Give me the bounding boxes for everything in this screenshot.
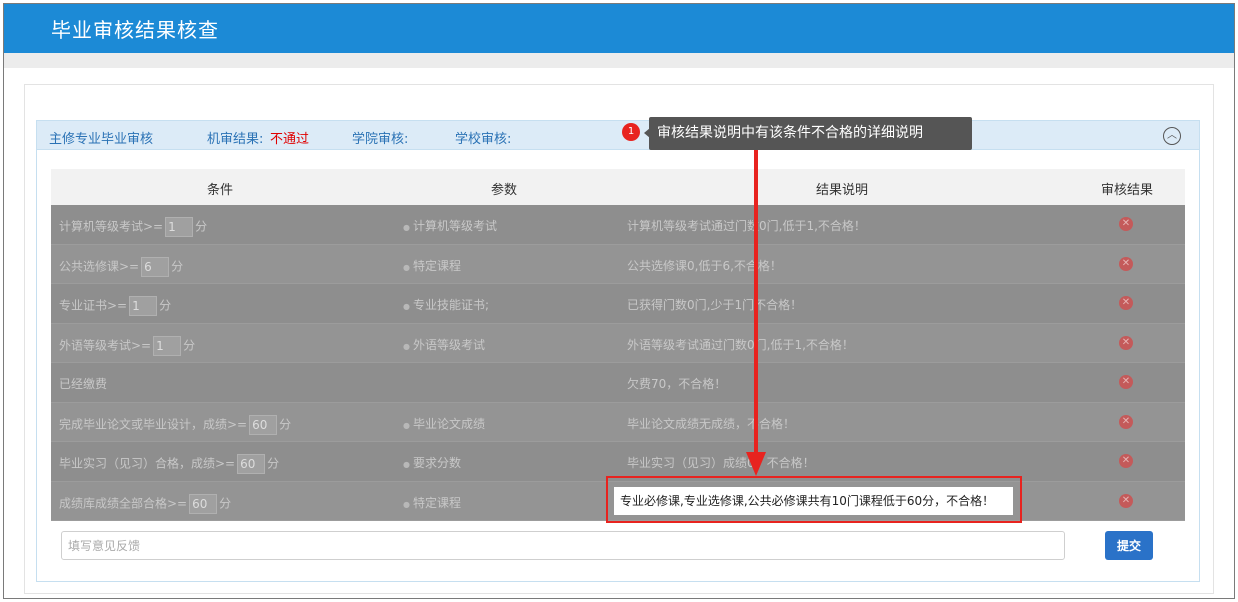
collapse-chevron-up-icon[interactable]: ︿: [1163, 127, 1181, 145]
param-text: 外语等级考试: [412, 337, 485, 352]
table-row: 完成毕业论文或毕业设计，成绩>= 60 分 ● 毕业论文成绩 毕业论文成绩无成绩，不合格！…: [51, 402, 1185, 442]
param-cell: ● 计算机等级考试: [403, 217, 497, 234]
table-row: 公共选修课>= 6 分 ● 特定课程 公共选修课0,低于6,不合格！ ✕: [51, 244, 1185, 284]
school-review-label: 学校审核:: [455, 132, 512, 147]
condition-text: 专业证书>=: [59, 298, 128, 313]
condition-cell: 计算机等级考试>= 1 分: [59, 217, 207, 237]
threshold-input[interactable]: 60: [249, 414, 278, 435]
condition-text: 公共选修课>=: [59, 259, 140, 273]
param-cell: ● 专业技能证书;: [403, 296, 489, 313]
sub-bar: [4, 53, 1234, 68]
param-text: 计算机等级考试: [412, 219, 497, 233]
table-row: 计算机等级考试>= 1 分 ● 计算机等级考试 计算机等级考试通过门数0门,低于1,不合格…: [51, 205, 1185, 245]
fail-x-icon: ✕: [1119, 296, 1133, 310]
result-desc-cell: 外语等级考试通过门数0门,低于1,不合格！: [627, 337, 854, 352]
unit-text: 分: [195, 219, 208, 234]
result-desc-cell: 计算机等级考试通过门数0门,低于1,不合格！: [627, 219, 866, 233]
radio-dot-icon: ●: [403, 302, 410, 311]
table-body: 计算机等级考试>= 1 分 ● 计算机等级考试 计算机等级考试通过门数0门,低于1,不合格…: [51, 205, 1185, 521]
param-cell: ● 外语等级考试: [403, 336, 485, 353]
table-row: 专业证书>= 1 分 ● 专业技能证书; 已获得门数0门,少于1门不合格！ ✕: [51, 284, 1185, 324]
threshold-input[interactable]: 1: [153, 335, 182, 356]
annotation-arrow-head: [746, 452, 766, 476]
fail-x-icon: ✕: [1119, 256, 1133, 271]
condition-cell: 毕业实习（见习）合格，成绩>= 60 分: [59, 454, 279, 474]
unit-text: 分: [267, 456, 280, 471]
unit-text: 分: [219, 496, 232, 510]
threshold-input[interactable]: 6: [141, 256, 170, 277]
condition-text: 毕业实习（见习）合格，成绩>=: [59, 456, 236, 471]
submit-button[interactable]: 提交: [1105, 531, 1153, 560]
threshold-input[interactable]: 1: [165, 217, 194, 237]
col-header-audit-result: 审核结果: [1101, 183, 1154, 198]
col-header-condition: 条件: [207, 183, 234, 198]
panel-header: 主修专业毕业审核 机审结果: 不通过 学院审核: 学校审核: ︿: [37, 121, 1199, 150]
table-header: 条件 参数 结果说明 审核结果: [51, 169, 1185, 205]
radio-dot-icon: ●: [403, 460, 410, 469]
threshold-input[interactable]: 60: [237, 454, 266, 474]
condition-cell: 外语等级考试>= 1 分: [59, 335, 196, 356]
condition-text: 完成毕业论文或毕业设计，成绩>=: [59, 417, 248, 431]
threshold-input[interactable]: 60: [189, 493, 218, 514]
param-text: 要求分数: [412, 456, 461, 470]
condition-text: 成绩库成绩全部合格>=: [59, 496, 188, 510]
condition-text: 外语等级考试>=: [59, 338, 152, 352]
page-header: 毕业审核结果核查: [4, 4, 1234, 53]
radio-dot-icon: ●: [403, 223, 410, 232]
condition-cell: 已经缴费: [59, 375, 107, 392]
radio-dot-icon: ●: [403, 420, 410, 430]
condition-cell: 专业证书>= 1 分: [59, 296, 171, 316]
annotation-highlight-box: [606, 476, 1022, 523]
audit-table: 条件 参数 结果说明 审核结果 计算机等级考试>= 1 分 ● 计算机等级考试 计算机等级…: [51, 169, 1185, 521]
col-header-result-desc: 结果说明: [816, 183, 869, 198]
result-desc-cell: 毕业实习（见习）成绩0，不合格！: [627, 456, 815, 470]
condition-cell: 成绩库成绩全部合格>= 60 分: [59, 493, 232, 514]
fail-x-icon: ✕: [1119, 335, 1133, 350]
panel-title: 主修专业毕业审核: [49, 132, 154, 147]
unit-text: 分: [159, 298, 172, 313]
param-text: 专业技能证书;: [412, 298, 490, 312]
annotation-arrow-line: [754, 150, 758, 452]
param-cell: ● 要求分数: [403, 454, 461, 471]
param-cell: ● 特定课程: [403, 257, 461, 274]
col-header-param: 参数: [491, 183, 518, 198]
college-review-label: 学院审核:: [352, 132, 409, 147]
annotation-marker: 1: [622, 123, 640, 141]
feedback-input[interactable]: [61, 531, 1065, 560]
fail-x-icon: ✕: [1119, 414, 1133, 429]
condition-text: 计算机等级考试>=: [59, 219, 164, 234]
result-desc-cell: 已获得门数0门,少于1门不合格！: [627, 298, 803, 312]
fail-x-icon: ✕: [1119, 217, 1133, 231]
radio-dot-icon: ●: [403, 262, 410, 272]
param-text: 特定课程: [412, 258, 461, 273]
fail-x-icon: ✕: [1119, 493, 1133, 508]
fail-x-icon: ✕: [1119, 454, 1133, 468]
threshold-input[interactable]: 1: [129, 296, 158, 316]
unit-text: 分: [183, 338, 196, 352]
result-desc-cell: 毕业论文成绩无成绩，不合格！: [627, 416, 796, 431]
param-cell: ● 毕业论文成绩: [403, 415, 485, 432]
page-title: 毕业审核结果核查: [51, 18, 219, 42]
table-row: 外语等级考试>= 1 分 ● 外语等级考试 外语等级考试通过门数0门,低于1,不合格！ ✕: [51, 323, 1185, 363]
param-text: 毕业论文成绩: [412, 416, 485, 431]
condition-text: 已经缴费: [59, 377, 108, 391]
radio-dot-icon: ●: [403, 341, 410, 351]
fail-x-icon: ✕: [1119, 375, 1133, 389]
unit-text: 分: [279, 417, 292, 431]
annotation-callout: 审核结果说明中有该条件不合格的详细说明: [649, 117, 972, 150]
unit-text: 分: [171, 259, 184, 273]
result-desc-cell: 公共选修课0,低于6,不合格！: [627, 258, 782, 273]
param-text: 特定课程: [412, 495, 461, 510]
condition-cell: 公共选修课>= 6 分: [59, 256, 184, 277]
table-row: 已经缴费 欠费70，不合格！ ✕: [51, 363, 1185, 403]
param-cell: ● 特定课程: [403, 494, 461, 511]
result-desc-cell: 欠费70，不合格！: [627, 377, 727, 391]
radio-dot-icon: ●: [403, 499, 410, 509]
machine-result-value: 不通过: [270, 132, 310, 147]
machine-result-label: 机审结果:: [207, 132, 264, 147]
condition-cell: 完成毕业论文或毕业设计，成绩>= 60 分: [59, 414, 292, 435]
